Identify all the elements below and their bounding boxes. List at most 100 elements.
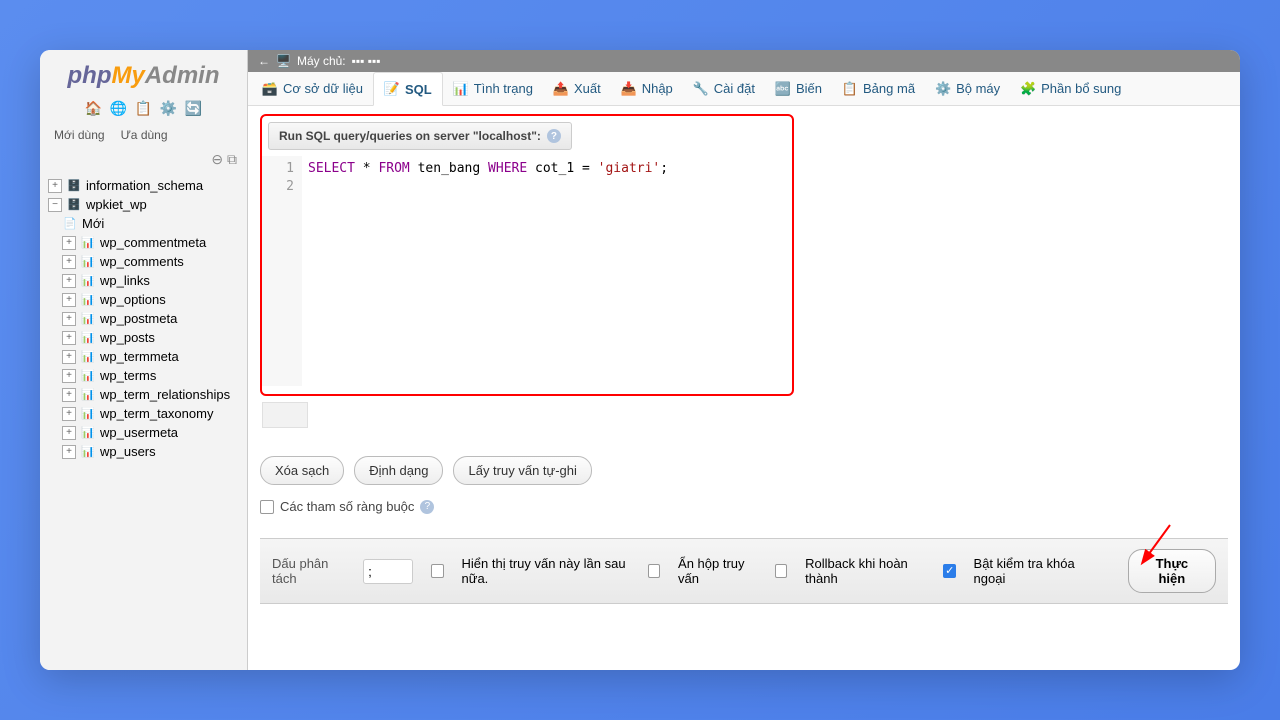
hide-query-checkbox[interactable] xyxy=(648,564,660,578)
table-row[interactable]: +📊wp_termmeta xyxy=(44,347,247,366)
expand-icon[interactable]: + xyxy=(62,331,76,345)
tree-db-info-schema[interactable]: + 🗄️ information_schema xyxy=(44,176,247,195)
execute-button[interactable]: Thực hiện xyxy=(1128,549,1216,593)
logo-php: php xyxy=(68,62,112,89)
help-icon[interactable]: ? xyxy=(547,129,561,143)
tab-export[interactable]: 📤 Xuất xyxy=(543,72,611,105)
show-again-checkbox[interactable] xyxy=(431,564,443,578)
sql-editor[interactable]: 1 2 SELECT * FROM ten_bang WHERE cot_1 =… xyxy=(262,156,792,386)
expand-icon[interactable]: + xyxy=(62,388,76,402)
help-icon[interactable]: ? xyxy=(420,500,434,514)
table-row[interactable]: +📊wp_comments xyxy=(44,252,247,271)
tab-label: Xuất xyxy=(574,81,601,96)
table-icon: 📊 xyxy=(80,369,96,383)
collapse-icon[interactable]: − xyxy=(48,198,62,212)
table-label: wp_term_taxonomy xyxy=(100,406,213,421)
tab-import[interactable]: 📥Nhập xyxy=(611,72,683,105)
charset-icon: 📋 xyxy=(842,81,858,97)
tab-label: SQL xyxy=(405,82,432,97)
query-label: Run SQL query/queries on server "localho… xyxy=(268,122,572,150)
tree-controls: ⊖ ⧉ xyxy=(40,147,247,172)
sql-text: ten_bang xyxy=(418,161,481,176)
sql-editor-highlight: Run SQL query/queries on server "localho… xyxy=(260,114,794,396)
tab-sql[interactable]: 📝 SQL xyxy=(373,72,443,106)
tab-settings[interactable]: 🔧Cài đặt xyxy=(683,72,765,105)
tab-label: Biến xyxy=(796,81,822,96)
fk-check-label: Bật kiểm tra khóa ngoại xyxy=(974,556,1092,586)
expand-icon[interactable]: + xyxy=(62,369,76,383)
expand-icon[interactable]: + xyxy=(62,350,76,364)
tab-status[interactable]: 📊Tình trạng xyxy=(443,72,543,105)
tree-new[interactable]: 📄 Mới xyxy=(44,214,247,233)
tab-label: Cài đặt xyxy=(714,81,755,96)
doc-icon[interactable]: 📋 xyxy=(135,100,152,116)
expand-icon[interactable]: + xyxy=(62,426,76,440)
table-label: wp_comments xyxy=(100,254,184,269)
table-row[interactable]: + 📊 wp_term_taxonomy xyxy=(44,404,247,423)
tab-charset[interactable]: 📋Bảng mã xyxy=(832,72,925,105)
expand-icon[interactable]: + xyxy=(62,407,76,421)
table-row[interactable]: +📊wp_posts xyxy=(44,328,247,347)
home-icon[interactable]: 🏠 xyxy=(85,100,102,116)
tab-recent[interactable]: Mới dùng xyxy=(46,125,113,145)
table-icon: 📊 xyxy=(80,331,96,345)
export-icon: 📤 xyxy=(553,81,569,97)
sql-text: ; xyxy=(660,161,668,176)
expand-icon[interactable]: + xyxy=(48,179,62,193)
tab-plugins[interactable]: 🧩Phần bổ sung xyxy=(1010,72,1131,105)
nav-left-icon[interactable]: ← xyxy=(258,54,270,68)
table-icon: 📊 xyxy=(80,407,96,421)
table-row[interactable]: +📊wp_term_relationships xyxy=(44,385,247,404)
show-again-label: Hiển thị truy vấn này lần sau nữa. xyxy=(462,556,630,586)
link-icon[interactable]: ⧉ xyxy=(227,151,237,167)
rollback-checkbox[interactable] xyxy=(775,564,787,578)
hide-query-label: Ẩn hộp truy vấn xyxy=(678,556,757,586)
delimiter-input[interactable] xyxy=(363,559,413,584)
table-icon: 📊 xyxy=(80,274,96,288)
table-row[interactable]: +📊wp_links xyxy=(44,271,247,290)
table-row[interactable]: +📊wp_postmeta xyxy=(44,309,247,328)
delimiter-label: Dấu phân tách xyxy=(272,556,345,586)
server-icon: 🖥️ xyxy=(276,54,291,68)
tab-favorite[interactable]: Ưa dùng xyxy=(113,125,176,145)
expand-icon[interactable]: + xyxy=(62,236,76,250)
engine-icon: ⚙️ xyxy=(935,81,951,97)
bind-params-label: Các tham số ràng buộc xyxy=(280,499,414,514)
table-row[interactable]: +📊wp_commentmeta xyxy=(44,233,247,252)
autosave-button[interactable]: Lấy truy vấn tự-ghi xyxy=(453,456,591,485)
table-row[interactable]: +📊wp_terms xyxy=(44,366,247,385)
reload-icon[interactable]: 🔄 xyxy=(185,100,202,116)
table-label: wp_termmeta xyxy=(100,349,179,364)
bind-params-checkbox[interactable] xyxy=(260,500,274,514)
tab-databases[interactable]: 🗃️Cơ sở dữ liệu xyxy=(252,72,373,105)
tab-label: Bộ máy xyxy=(956,81,1000,96)
tab-engines[interactable]: ⚙️ Bộ máy xyxy=(925,72,1010,105)
clear-button[interactable]: Xóa sạch xyxy=(260,456,344,485)
collapse-icon[interactable]: ⊖ xyxy=(211,151,223,167)
globe-icon[interactable]: 🌐 xyxy=(110,100,127,116)
sql-icon: 📝 xyxy=(384,81,400,97)
sidebar: phpMyAdmin 🏠 🌐 📋 ⚙️ 🔄 Mới dùng Ưa dùng ⊖… xyxy=(40,50,248,670)
code-area[interactable]: SELECT * FROM ten_bang WHERE cot_1 = 'gi… xyxy=(302,156,792,386)
table-icon: 📊 xyxy=(80,445,96,459)
line-number: 2 xyxy=(270,178,294,196)
table-row[interactable]: +📊wp_usermeta xyxy=(44,423,247,442)
expand-icon[interactable]: + xyxy=(62,445,76,459)
expand-icon[interactable]: + xyxy=(62,274,76,288)
format-button[interactable]: Định dạng xyxy=(354,456,443,485)
sidebar-tabs: Mới dùng Ưa dùng xyxy=(40,123,247,147)
expand-icon[interactable]: + xyxy=(62,312,76,326)
table-row[interactable]: +📊wp_users xyxy=(44,442,247,461)
table-icon: 📊 xyxy=(80,388,96,402)
expand-icon[interactable]: + xyxy=(62,255,76,269)
expand-icon[interactable]: + xyxy=(62,293,76,307)
tree-db-wpkiet[interactable]: − 🗄️ wpkiet_wp xyxy=(44,195,247,214)
table-label: wp_usermeta xyxy=(100,425,178,440)
fk-check-checkbox[interactable] xyxy=(943,564,955,578)
table-row[interactable]: +📊wp_options xyxy=(44,290,247,309)
gear-icon[interactable]: ⚙️ xyxy=(160,100,177,116)
sidebar-toolbar: 🏠 🌐 📋 ⚙️ 🔄 xyxy=(40,94,247,123)
new-icon: 📄 xyxy=(62,217,78,231)
table-label: wp_postmeta xyxy=(100,311,177,326)
tab-variables[interactable]: 🔤Biến xyxy=(765,72,832,105)
